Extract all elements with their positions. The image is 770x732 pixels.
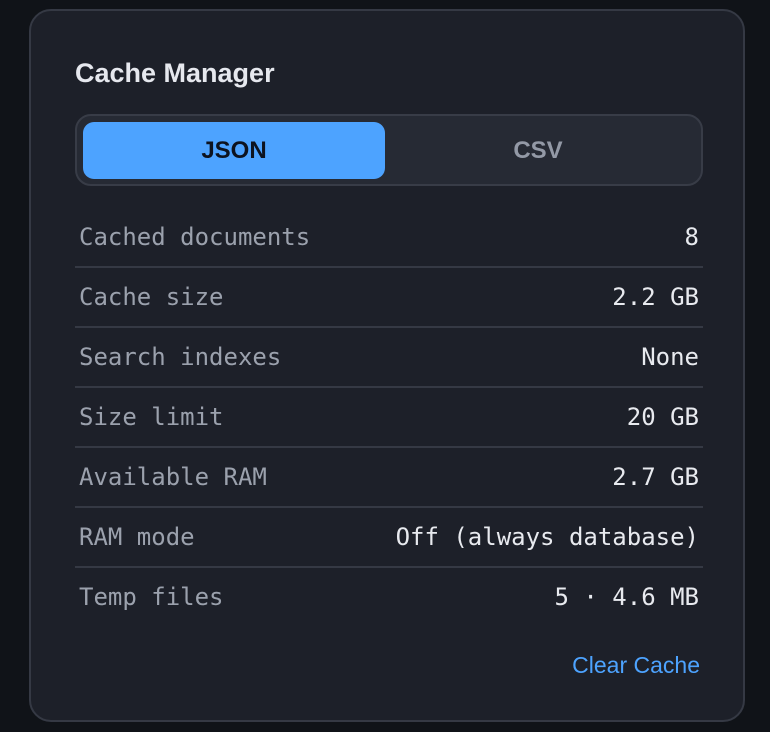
stat-label: Cached documents [79,223,311,251]
format-option-json[interactable]: JSON [83,122,385,179]
format-option-label: CSV [513,136,563,164]
clear-cache-link[interactable]: Clear Cache [572,652,700,679]
stat-label: Temp files [79,583,224,611]
format-option-label: JSON [201,136,267,164]
format-toggle: JSON CSV [75,114,703,186]
stat-row-size-limit: Size limit 20 GB [75,388,703,448]
stat-row-cached-documents: Cached documents 8 [75,208,703,268]
stat-value: 2.2 GB [612,283,699,311]
stat-value: Off (always database) [395,523,699,551]
stat-row-search-indexes: Search indexes None [75,328,703,388]
format-option-csv[interactable]: CSV [387,122,689,179]
stat-label: RAM mode [79,523,195,551]
stat-label: Search indexes [79,343,282,371]
stat-label: Size limit [79,403,224,431]
stat-value: 20 GB [626,403,699,431]
stat-row-temp-files: Temp files 5 · 4.6 MB [75,568,703,626]
stat-row-cache-size: Cache size 2.2 GB [75,268,703,328]
stat-row-available-ram: Available RAM 2.7 GB [75,448,703,508]
stats-list: Cached documents 8 Cache size 2.2 GB Sea… [75,208,703,626]
stat-value: 8 [684,223,699,251]
stat-value: 5 · 4.6 MB [554,583,700,611]
stat-row-ram-mode: RAM mode Off (always database) [75,508,703,568]
stat-label: Available RAM [79,463,267,491]
cache-manager-panel: Cache Manager JSON CSV Cached documents … [29,9,745,722]
stat-value: 2.7 GB [612,463,699,491]
panel-title: Cache Manager [75,58,275,88]
stat-value: None [641,343,699,371]
stat-label: Cache size [79,283,224,311]
